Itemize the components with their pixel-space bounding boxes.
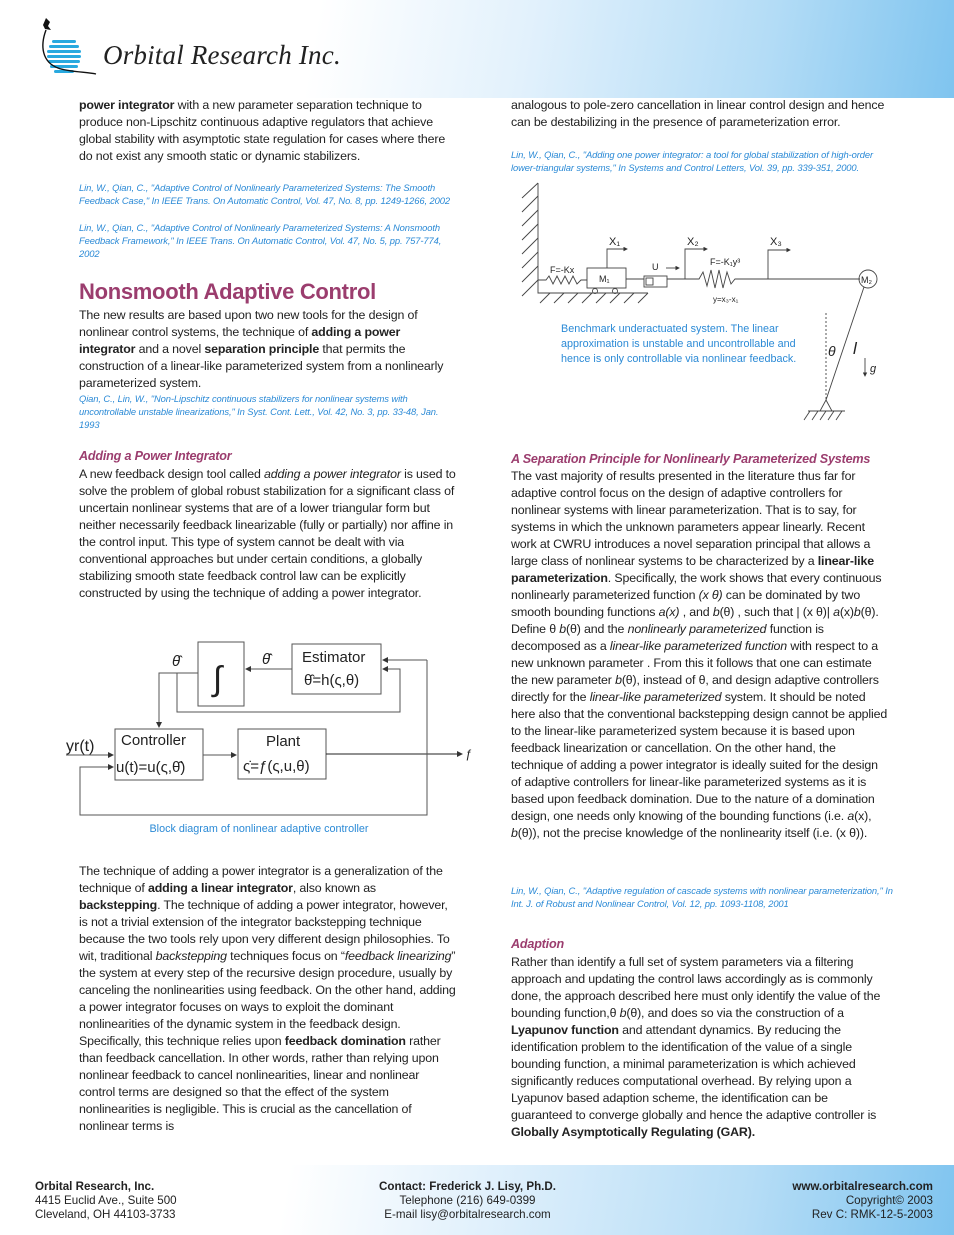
footer-address-line2: Cleveland, OH 44103-3733 xyxy=(35,1208,176,1221)
text-run: and attendant dynamics. By reducing the … xyxy=(511,1023,877,1122)
italic-text: b xyxy=(615,673,622,687)
footer-address: Orbital Research, Inc. 4415 Euclid Ave.,… xyxy=(35,1180,177,1222)
text-run: (θ) and the xyxy=(566,622,628,636)
nonlinear-spring-label: F=-K₁y³ xyxy=(710,257,740,267)
footer-company: Orbital Research, Inc. xyxy=(35,1180,155,1193)
italic-text: b xyxy=(559,622,566,636)
italic-text: (x θ) xyxy=(698,588,723,602)
text-run: (θ) , such that | (x θ)| xyxy=(719,605,834,619)
theta-label: θ xyxy=(828,343,836,359)
text-run: , and xyxy=(679,605,713,619)
footer-email[interactable]: E-mail lisy@orbitalresearch.com xyxy=(340,1208,595,1222)
y-equation-label: y=x₃-x₁ xyxy=(713,295,739,304)
x3-label: X₃ xyxy=(770,236,782,248)
text-run: (x), xyxy=(854,809,872,823)
adaption-heading: Adaption xyxy=(511,937,564,951)
text-run: (x) xyxy=(839,605,854,619)
text-run: The vast majority of results presented i… xyxy=(511,469,871,568)
input-u-label: U xyxy=(652,262,659,272)
adaption-paragraph: Rather than identify a full set of syste… xyxy=(511,954,889,1141)
italic-text: b xyxy=(853,605,861,619)
footer-contact: Contact: Frederick J. Lisy, Ph.D. Teleph… xyxy=(340,1180,595,1222)
spring-force-label: F=-Kx xyxy=(550,265,575,275)
separation-principle-paragraph: The vast majority of results presented i… xyxy=(511,468,889,842)
footer-address-line1: 4415 Euclid Ave., Suite 500 xyxy=(35,1194,177,1207)
footer-phone: Telephone (216) 649-0399 xyxy=(399,1194,536,1207)
footer-contact-name: Contact: Frederick J. Lisy, Ph.D. xyxy=(379,1180,556,1193)
text-run: (θ)), not the precise knowledge of the n… xyxy=(517,826,868,840)
mass-m1-label: M₁ xyxy=(599,274,610,284)
italic-text: b xyxy=(712,605,720,619)
x2-label: X₂ xyxy=(687,236,699,248)
mass-m2-label: M₂ xyxy=(861,275,872,285)
italic-text: a xyxy=(833,605,840,619)
footer-revision: Rev C: RMK-12-5-2003 xyxy=(811,1208,933,1221)
italic-text: linear-like parameterized function xyxy=(609,639,788,653)
x1-label: X₁ xyxy=(609,236,620,248)
italic-text: nonlinearly parameterized xyxy=(627,622,767,636)
footer-copyright: Copyright© 2003 xyxy=(845,1194,933,1207)
benchmark-caption: Benchmark underactuated system. The line… xyxy=(561,323,797,365)
length-label: l xyxy=(853,339,858,358)
bold-text: Lyapunov function xyxy=(511,1023,619,1037)
italic-text: linear-like parameterized xyxy=(589,690,722,704)
footer-website[interactable]: www.orbitalresearch.com xyxy=(792,1180,933,1193)
reference-citation: Lin, W., Qian, C., "Adaptive regulation … xyxy=(511,885,893,909)
gravity-label: g xyxy=(870,363,877,375)
separation-principle-heading: A Separation Principle for Nonlinearly P… xyxy=(511,452,871,466)
italic-text: b xyxy=(511,826,518,840)
italic-text: a(x) xyxy=(658,605,680,619)
text-run: (θ), and does so via the construction of… xyxy=(626,1006,844,1020)
text-run: system. It should be noted here also tha… xyxy=(511,690,888,823)
bold-text: Globally Asymptotically Regulating (GAR)… xyxy=(511,1125,755,1139)
footer-info: www.orbitalresearch.com Copyright© 2003 … xyxy=(792,1180,933,1222)
